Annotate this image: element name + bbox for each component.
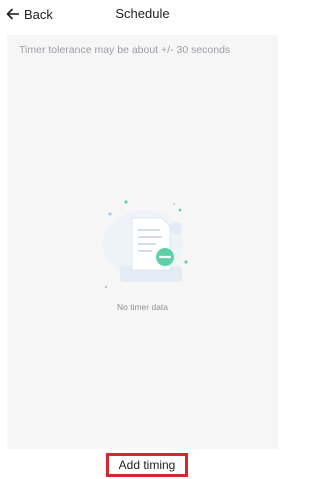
add-timing-button[interactable]: Add timing [106, 453, 188, 477]
footer-bar: Add timing [0, 449, 285, 479]
empty-state-text: No timer data [116, 302, 169, 312]
timer-tolerance-notice: Timer tolerance may be about +/- 30 seco… [19, 44, 231, 56]
empty-document-icon [98, 192, 188, 297]
schedule-list-area: Timer tolerance may be about +/- 30 seco… [7, 35, 278, 449]
header-bar: Back Schedule [0, 0, 285, 30]
page-title: Schedule [115, 6, 170, 21]
schedule-screen: Back Schedule Timer tolerance may be abo… [0, 0, 285, 479]
